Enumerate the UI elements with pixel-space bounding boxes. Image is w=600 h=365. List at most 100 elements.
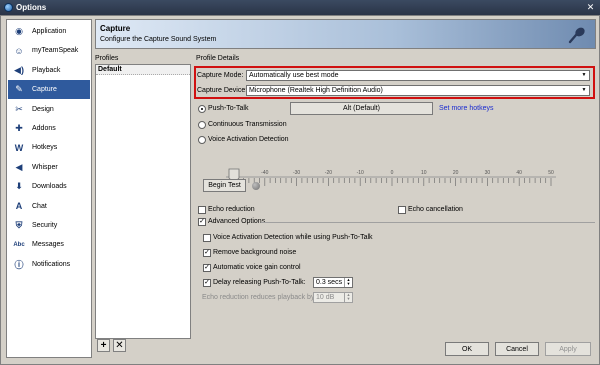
push-to-talk-label: Push-To-Talk [208,105,249,112]
begin-test-button[interactable]: Begin Test [203,179,246,192]
echo-playback-value: 10 dB [316,294,335,301]
set-more-hotkeys-link[interactable]: Set more hotkeys [439,105,493,112]
apply-button[interactable]: Apply [545,342,591,356]
continuous-transmission-radio[interactable] [198,121,206,129]
echo-playback-label: Echo reduction reduces playback by: [202,294,317,301]
test-indicator-icon [252,182,260,190]
echo-reduction-checkbox[interactable] [198,206,206,214]
sidebar-item-label: Whisper [32,163,58,171]
voice-activation-radio[interactable] [198,136,206,144]
options-window: ◉ Application ☺ myTeamSpeak ◀) Playback ✎ Captu… [0,15,600,365]
sidebar-item-label: Addons [32,125,56,132]
sidebar-item-security[interactable]: ⛨ Security [8,216,90,235]
sidebar-item-notifications[interactable]: ⓘ Notifications [8,255,90,274]
sidebar-item-label: Messages [32,241,64,249]
page-subtitle: Configure the Capture Sound System [100,36,217,43]
hotkey-button[interactable]: Alt (Default) [290,102,433,115]
capture-mode-select[interactable]: Automatically use best mode ▼ [246,70,590,81]
notification-icon: ⓘ [14,259,24,270]
echo-cancellation-label: Echo cancellation [408,206,463,213]
delay-release-spinbox[interactable]: 0.3 secs ▲ ▼ [313,277,353,288]
add-profile-button[interactable]: + [97,339,110,352]
remove-profile-button[interactable]: ✕ [113,339,126,352]
slider-tick-label: 0 [391,170,394,176]
delay-release-checkbox[interactable]: ✓ [203,279,211,287]
sidebar-item-hotkeys[interactable]: W Hotkeys [8,138,90,157]
profiles-list[interactable]: Default [95,64,191,339]
push-to-talk-radio[interactable] [198,105,206,113]
microphone-icon [568,27,585,44]
close-icon[interactable]: ✕ [585,2,596,13]
sidebar-item-label: Playback [32,66,61,74]
echo-cancellation-checkbox[interactable] [398,206,406,214]
voice-gain-checkbox[interactable]: ✓ [203,264,211,272]
delay-release-value: 0.3 secs [316,279,343,286]
messages-icon: Abc [13,241,25,248]
echo-playback-spinbox[interactable]: 10 dB ▲ ▼ [313,292,353,303]
cancel-button[interactable]: Cancel [495,342,539,356]
teamspeak-logo-icon [4,3,13,12]
puzzle-icon: ✚ [15,123,23,133]
sidebar-item-addons[interactable]: ✚ Addons [8,119,90,138]
sidebar-item-label: myTeamSpeak [32,47,79,55]
category-list: ◉ Application ☺ myTeamSpeak ◀) Playback ✎ Captu… [6,19,92,358]
capture-device-value: Microphone (Realtek High Definition Audi… [249,87,383,94]
sidebar-item-application[interactable]: ◉ Application [8,22,90,41]
vad-while-ptt-checkbox[interactable] [203,234,211,242]
slider-tick-label: -40 [261,170,268,176]
advanced-options-label: Advanced Options [208,218,266,225]
slider-tick-label: -20 [325,170,332,176]
capture-device-label: Capture Device: [197,87,248,94]
sidebar-item-downloads[interactable]: ⬇ Downloads [8,177,90,196]
sidebar-item-label: Chat [32,202,47,210]
capture-device-select[interactable]: Microphone (Realtek High Definition Audi… [246,85,590,96]
remove-noise-checkbox[interactable]: ✓ [203,249,211,257]
sidebar-item-myteamspeak[interactable]: ☺ myTeamSpeak [8,41,90,60]
sidebar-item-capture[interactable]: ✎ Capture [8,80,90,100]
chevron-down-icon: ▼ [581,72,587,78]
page-title: Capture [100,24,131,33]
speaker-icon: ◀) [14,64,24,75]
shield-icon: ⛨ [15,220,23,230]
capture-mode-value: Automatically use best mode [249,72,339,79]
slider-tick-label: 10 [421,170,427,176]
profiles-label: Profiles [95,55,119,62]
page-header: Capture Configure the Capture Sound Syst… [95,19,596,49]
keyboard-icon: W [14,142,24,153]
sidebar-item-label: Application [32,28,67,35]
slider-tick-label: 20 [453,170,459,176]
sidebar-item-chat[interactable]: A Chat [8,197,90,216]
ok-button[interactable]: OK [445,342,489,356]
slider-tick-label: -30 [293,170,300,176]
echo-reduction-label: Echo reduction [208,206,255,213]
profile-item-default[interactable]: Default [96,65,190,75]
sidebar-item-label: Downloads [32,183,67,191]
sidebar-item-design[interactable]: ✂ Design [8,100,90,119]
capture-mode-label: Capture Mode: [197,72,244,79]
advanced-options-checkbox[interactable]: ✓ [198,218,206,226]
design-icon: ✂ [15,103,23,114]
slider-tick-label: 50 [548,170,554,176]
advanced-divider [261,222,595,223]
sidebar-item-label: Notifications [32,260,71,268]
sidebar-item-playback[interactable]: ◀) Playback [8,61,90,80]
sidebar-item-label: Capture [32,86,57,94]
app-icon: ◉ [15,26,23,36]
spin-arrows-icon[interactable]: ▲ ▼ [344,293,352,302]
delay-release-label: Delay releasing Push-To-Talk: [213,279,306,286]
slider-tick-label: -10 [357,170,364,176]
title-bar: Options ✕ [0,0,600,15]
spin-arrows-icon[interactable]: ▲ ▼ [344,278,352,287]
sidebar-item-messages[interactable]: Abc Messages [8,235,90,254]
continuous-transmission-label: Continuous Transmission [208,121,287,128]
chevron-down-icon: ▼ [581,87,587,93]
sidebar-item-label: Design [32,105,54,113]
slider-tick-label: 30 [485,170,491,176]
chat-icon: A [15,201,23,212]
voice-gain-label: Automatic voice gain control [213,264,301,271]
sidebar-item-whisper[interactable]: ◀ Whisper [8,158,90,177]
profile-details-label: Profile Details [196,55,240,62]
window-title: Options [16,3,47,12]
download-icon: ⬇ [15,181,23,192]
sidebar-item-label: Security [32,222,58,229]
